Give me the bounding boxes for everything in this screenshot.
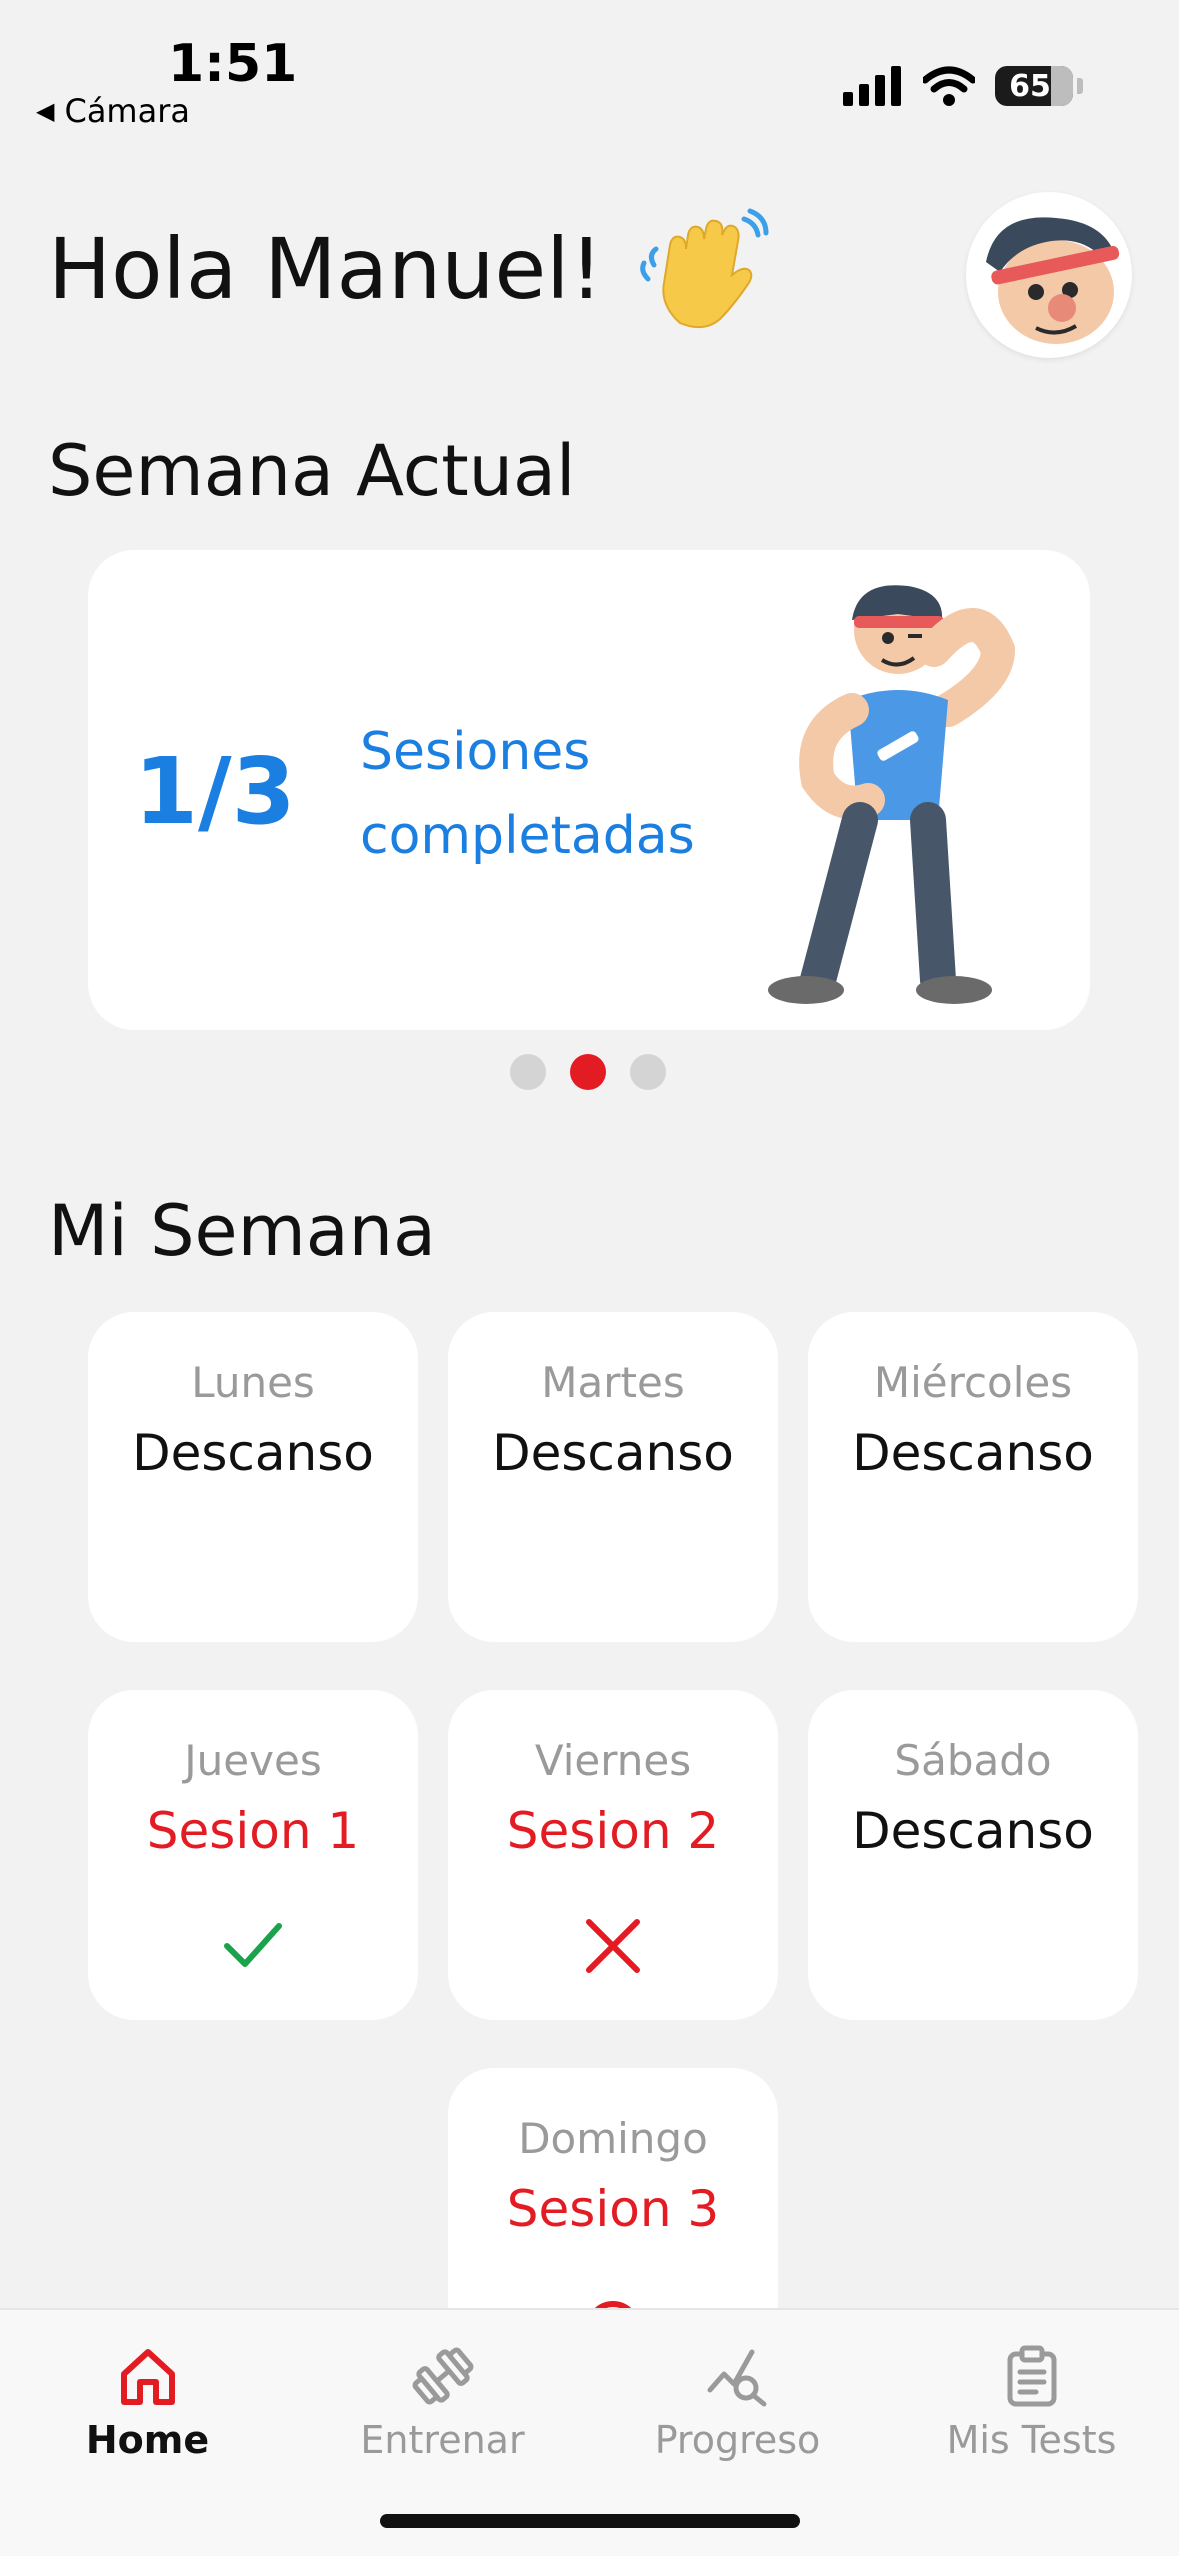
- tab-label: Progreso: [654, 2418, 821, 2462]
- tab-label: Mis Tests: [946, 2418, 1117, 2462]
- day-name: Sábado: [894, 1736, 1052, 1785]
- day-card-lunes[interactable]: Lunes Descanso: [88, 1312, 418, 1642]
- tab-label: Entrenar: [360, 2418, 525, 2462]
- day-status: Descanso: [132, 1424, 374, 1482]
- wifi-icon: [923, 66, 975, 106]
- day-status: Sesion 2: [506, 1802, 720, 1860]
- tab-entrenar[interactable]: Entrenar: [295, 2344, 590, 2462]
- day-card-jueves[interactable]: Jueves Sesion 1: [88, 1690, 418, 2020]
- status-time: 1:51: [168, 34, 298, 94]
- signal-icon: [843, 66, 901, 106]
- tab-label: Home: [85, 2418, 210, 2462]
- status-icons: 65: [843, 66, 1083, 106]
- status-bar: 1:51 ◀ Cámara 65: [0, 0, 1179, 140]
- profile-avatar[interactable]: [966, 192, 1132, 358]
- sessions-count: 1/3: [134, 738, 296, 845]
- cross-icon: [586, 1919, 640, 1973]
- day-name: Domingo: [518, 2114, 708, 2163]
- home-icon: [120, 2349, 175, 2405]
- fitness-character-illustration: [768, 585, 1016, 1004]
- battery-icon: 65: [995, 66, 1073, 106]
- back-app-label: Cámara: [64, 92, 190, 130]
- day-card-viernes[interactable]: Viernes Sesion 2: [448, 1690, 778, 2020]
- day-status: Descanso: [852, 1802, 1094, 1860]
- carousel-dot-3[interactable]: [630, 1054, 666, 1090]
- day-card-martes[interactable]: Martes Descanso: [448, 1312, 778, 1642]
- current-week-title: Semana Actual: [48, 430, 576, 512]
- day-card-miercoles[interactable]: Miércoles Descanso: [808, 1312, 1138, 1642]
- day-name: Lunes: [191, 1358, 315, 1407]
- waving-hand-icon: [640, 208, 769, 329]
- day-status: Sesion 1: [146, 1802, 360, 1860]
- clipboard-icon: [1007, 2345, 1056, 2407]
- back-to-app-link[interactable]: ◀ Cámara: [36, 92, 190, 130]
- check-icon: [224, 1923, 282, 1967]
- back-arrow-icon: ◀: [36, 97, 55, 125]
- battery-level: 65: [1009, 68, 1051, 104]
- day-name: Miércoles: [873, 1358, 1073, 1407]
- tab-progreso[interactable]: Progreso: [590, 2344, 885, 2462]
- day-name: Martes: [541, 1358, 685, 1407]
- tab-home[interactable]: Home: [0, 2344, 295, 2462]
- cartoon-avatar-icon: [986, 217, 1120, 344]
- tab-mis-tests[interactable]: Mis Tests: [884, 2344, 1179, 2462]
- day-status: Descanso: [852, 1424, 1094, 1482]
- sessions-summary-card[interactable]: 1/3 Sesiones completadas: [88, 550, 1090, 1030]
- sessions-label: Sesiones completadas: [360, 722, 695, 866]
- day-name: Viernes: [534, 1736, 692, 1785]
- carousel-pagination: [510, 1054, 666, 1090]
- day-status: Descanso: [492, 1424, 734, 1482]
- day-name: Jueves: [184, 1736, 322, 1785]
- dumbbell-icon: [412, 2347, 473, 2405]
- battery-tip: [1077, 78, 1083, 94]
- my-week-title: Mi Semana: [48, 1190, 436, 1272]
- day-card-sabado[interactable]: Sábado Descanso: [808, 1690, 1138, 2020]
- day-status: Sesion 3: [506, 2180, 720, 2238]
- progress-chart-icon: [707, 2349, 766, 2407]
- carousel-dot-2[interactable]: [570, 1054, 606, 1090]
- carousel-dot-1[interactable]: [510, 1054, 546, 1090]
- greeting-title: Hola Manuel!: [48, 220, 604, 318]
- home-indicator: [380, 2514, 800, 2528]
